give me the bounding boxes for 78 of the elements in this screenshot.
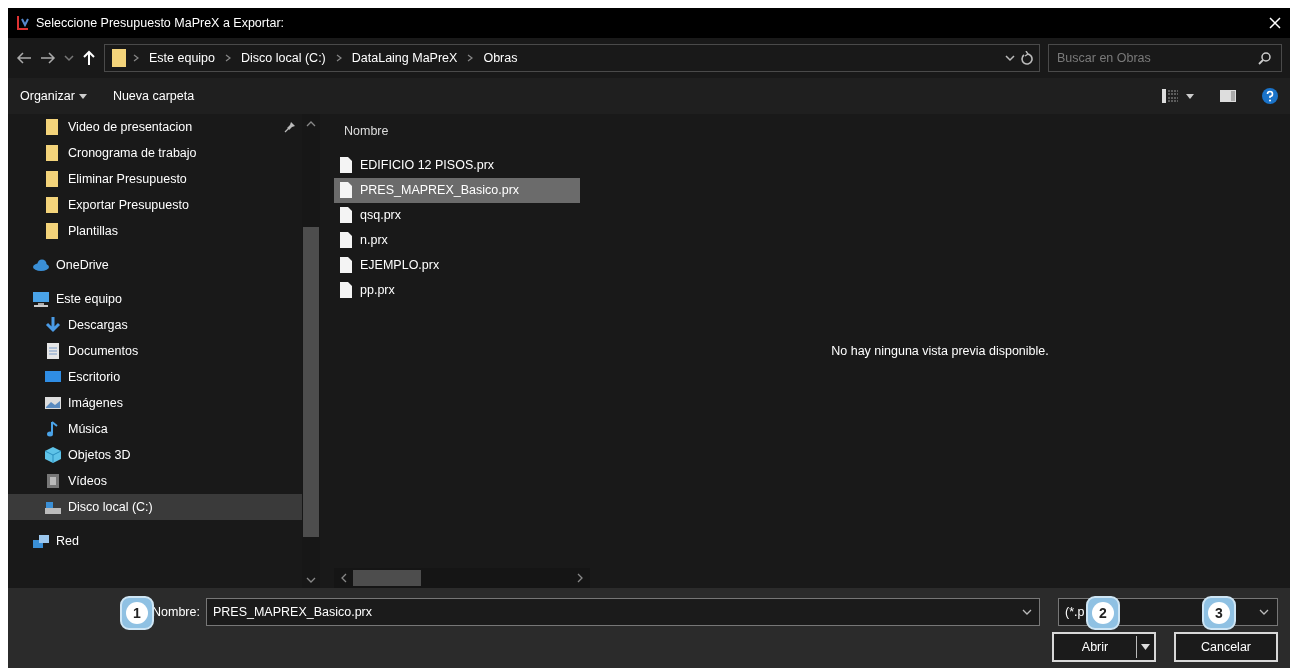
search-field[interactable]: Buscar en Obras: [1048, 44, 1282, 72]
picture-icon: [44, 394, 62, 412]
breadcrumb-link[interactable]: Disco local (C:): [237, 48, 330, 68]
file-item[interactable]: qsq.prx: [334, 202, 580, 228]
chevron-right-icon: [335, 54, 342, 62]
chevron-left-icon[interactable]: [340, 573, 347, 583]
organize-menu[interactable]: Organizar: [20, 86, 87, 106]
preview-message: No hay ninguna vista previa disponible.: [831, 342, 1049, 360]
file-item[interactable]: PRES_MAPREX_Basico.prx: [334, 177, 580, 203]
sidebar-item[interactable]: Escritorio: [8, 364, 302, 390]
chevron-right-icon: [467, 54, 474, 62]
new-folder-button[interactable]: Nueva carpeta: [112, 86, 195, 106]
file-icon: [340, 182, 352, 199]
up-arrow-icon[interactable]: [82, 50, 96, 66]
chevron-right-icon: [133, 54, 139, 62]
chevron-right-icon: [225, 54, 232, 62]
view-options-icon[interactable]: [1162, 89, 1178, 103]
breadcrumb-link[interactable]: DataLaing MaPreX: [347, 48, 462, 68]
document-icon: [44, 342, 62, 360]
cube-icon: [44, 446, 62, 464]
app-logo-icon: [16, 15, 30, 31]
step-number-badge: 1: [120, 596, 154, 630]
file-icon: [340, 207, 352, 224]
caret-icon: [78, 93, 87, 99]
chevron-down-icon[interactable]: [64, 54, 74, 62]
breadcrumb-link[interactable]: Este equipo: [145, 48, 220, 68]
file-icon: [340, 232, 352, 249]
caret-icon[interactable]: [1186, 93, 1194, 99]
folder-icon: [111, 48, 127, 68]
refresh-icon[interactable]: [1021, 51, 1033, 65]
file-item[interactable]: EDIFICIO 12 PISOS.prx: [334, 152, 580, 178]
sidebar-item[interactable]: Eliminar Presupuesto: [8, 166, 302, 192]
sidebar-item[interactable]: Plantillas: [8, 218, 302, 244]
column-header[interactable]: Nombre: [334, 114, 590, 153]
sidebar-item[interactable]: Vídeos: [8, 468, 302, 494]
caret-icon: [1141, 644, 1150, 650]
network-icon: [32, 532, 50, 550]
sidebar-item[interactable]: Exportar Presupuesto: [8, 192, 302, 218]
sidebar-item[interactable]: Documentos: [8, 338, 302, 364]
help-icon[interactable]: [1262, 88, 1278, 104]
file-icon: [340, 257, 352, 274]
step-number-badge: 3: [1202, 596, 1236, 630]
open-button[interactable]: Abrir: [1052, 632, 1156, 662]
forward-arrow-icon[interactable]: [40, 51, 56, 65]
file-item[interactable]: EJEMPLO.prx: [334, 252, 580, 278]
back-arrow-icon[interactable]: [16, 51, 32, 65]
computer-icon: [32, 290, 50, 308]
step-number-badge: 2: [1086, 596, 1120, 630]
search-icon[interactable]: [1258, 51, 1272, 65]
sidebar-item[interactable]: Red: [8, 528, 302, 554]
close-icon[interactable]: [1268, 16, 1282, 30]
chevron-down-icon: [1259, 608, 1269, 616]
file-icon: [340, 282, 352, 299]
sidebar-item[interactable]: Descargas: [8, 312, 302, 338]
sidebar-item[interactable]: Objetos 3D: [8, 442, 302, 468]
sidebar-item[interactable]: Video de presentacion: [8, 114, 302, 140]
sidebar-item[interactable]: Imágenes: [8, 390, 302, 416]
chevron-up-icon[interactable]: [306, 120, 316, 127]
sidebar-item[interactable]: Disco local (C:): [8, 494, 302, 520]
address-bar[interactable]: Este equipo Disco local (C:) DataLaing MaPreX Obras: [104, 44, 1040, 72]
sidebar-item[interactable]: Cronograma de trabajo: [8, 140, 302, 166]
sidebar-item[interactable]: OneDrive: [8, 252, 302, 278]
chevron-down-icon[interactable]: [1005, 54, 1015, 62]
sidebar-item[interactable]: Música: [8, 416, 302, 442]
file-item[interactable]: pp.prx: [334, 277, 580, 303]
breadcrumb-link[interactable]: Obras: [479, 48, 522, 68]
horizontal-scrollbar[interactable]: [334, 568, 590, 588]
chevron-right-icon[interactable]: [577, 573, 584, 583]
window-title: Seleccione Presupuesto MaPreX a Exportar:: [36, 14, 286, 32]
download-arrow-icon: [44, 316, 62, 334]
film-icon: [44, 472, 62, 490]
chevron-down-icon[interactable]: [306, 577, 316, 584]
cancel-button[interactable]: Cancelar: [1174, 632, 1278, 662]
file-name-field[interactable]: PRES_MAPREX_Basico.prx: [205, 598, 1040, 626]
file-icon: [340, 157, 352, 174]
chevron-down-icon[interactable]: [1022, 608, 1032, 616]
sidebar-item[interactable]: Este equipo: [8, 286, 302, 312]
file-item[interactable]: n.prx: [334, 227, 580, 253]
